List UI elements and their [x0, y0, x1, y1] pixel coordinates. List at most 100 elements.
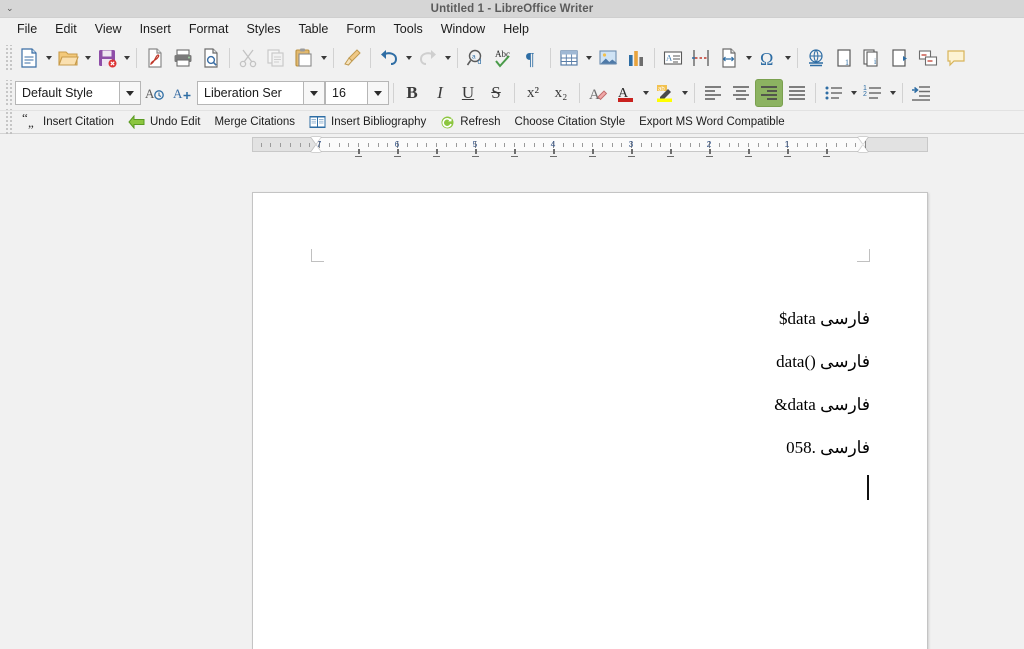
insert-field-button[interactable]	[715, 44, 743, 72]
align-right-button[interactable]	[755, 79, 783, 107]
menu-window[interactable]: Window	[432, 19, 494, 39]
indent-marker-right[interactable]	[858, 137, 868, 144]
print-button[interactable]	[169, 44, 197, 72]
toolbar-grip[interactable]	[4, 80, 12, 106]
menu-form[interactable]: Form	[337, 19, 384, 39]
insert-chart-button[interactable]	[622, 44, 650, 72]
tab-stop[interactable]	[628, 149, 635, 157]
toolbar-grip[interactable]	[4, 109, 12, 135]
insert-field-dropdown[interactable]	[743, 45, 754, 71]
menu-insert[interactable]: Insert	[131, 19, 180, 39]
open-document-dropdown[interactable]	[82, 45, 93, 71]
increase-indent-button[interactable]	[907, 79, 935, 107]
insert-endnote-button[interactable]: i	[858, 44, 886, 72]
insert-special-character-button[interactable]: Ω	[754, 44, 782, 72]
tab-stop[interactable]	[823, 149, 830, 157]
font-name-value[interactable]: Liberation Ser	[197, 81, 303, 105]
save-document-button[interactable]	[93, 44, 121, 72]
undo-edit-button[interactable]: Undo Edit	[121, 112, 208, 132]
menu-edit[interactable]: Edit	[46, 19, 86, 39]
update-selected-style-button[interactable]: A	[141, 79, 169, 107]
align-center-button[interactable]	[727, 79, 755, 107]
insert-footnote-button[interactable]: 1	[830, 44, 858, 72]
underline-button[interactable]: U	[454, 79, 482, 107]
redo-button[interactable]	[414, 44, 442, 72]
highlighting-color-button[interactable]: ab	[651, 79, 679, 107]
unordered-list-button[interactable]	[820, 79, 848, 107]
font-name-dropdown[interactable]	[303, 81, 325, 105]
strikethrough-button[interactable]: S	[482, 79, 510, 107]
insert-citation-button[interactable]: “ „ Insert Citation	[15, 112, 121, 132]
undo-button[interactable]	[375, 44, 403, 72]
insert-special-character-dropdown[interactable]	[782, 45, 793, 71]
font-name-combo[interactable]: Liberation Ser	[197, 81, 325, 105]
refresh-button[interactable]: Refresh	[433, 112, 507, 132]
highlighting-color-dropdown[interactable]	[679, 80, 690, 106]
bold-button[interactable]: B	[398, 79, 426, 107]
export-as-pdf-button[interactable]	[141, 44, 169, 72]
spelling-button[interactable]: Abc	[490, 44, 518, 72]
menu-tools[interactable]: Tools	[385, 19, 432, 39]
tab-stop[interactable]	[589, 149, 596, 157]
document-text-body[interactable]: فارسی data$ فارسی ()data فارسی data& فار…	[311, 297, 870, 512]
menu-table[interactable]: Table	[289, 19, 337, 39]
menu-file[interactable]: File	[8, 19, 46, 39]
insert-hyperlink-button[interactable]	[802, 44, 830, 72]
insert-table-button[interactable]	[555, 44, 583, 72]
ordered-list-dropdown[interactable]	[887, 80, 898, 106]
save-document-dropdown[interactable]	[121, 45, 132, 71]
horizontal-ruler[interactable]: 7654321	[0, 134, 1024, 157]
insert-cross-reference-button[interactable]	[914, 44, 942, 72]
new-document-button[interactable]	[15, 44, 43, 72]
subscript-button[interactable]: x₂	[547, 79, 575, 107]
cut-button[interactable]	[234, 44, 262, 72]
undo-dropdown[interactable]	[403, 45, 414, 71]
tab-stop[interactable]	[706, 149, 713, 157]
document-line[interactable]: فارسی .058	[311, 426, 870, 469]
choose-citation-style-button[interactable]: Choose Citation Style	[508, 112, 633, 132]
menu-help[interactable]: Help	[494, 19, 538, 39]
find-and-replace-button[interactable]: a d	[462, 44, 490, 72]
font-color-button[interactable]: A	[612, 79, 640, 107]
unordered-list-dropdown[interactable]	[848, 80, 859, 106]
document-page[interactable]: فارسی data$ فارسی ()data فارسی data& فار…	[252, 192, 928, 649]
tab-stop[interactable]	[394, 149, 401, 157]
insert-comment-button[interactable]	[942, 44, 970, 72]
insert-bibliography-button[interactable]: Insert Bibliography	[302, 112, 433, 132]
paragraph-style-dropdown[interactable]	[119, 81, 141, 105]
tab-stop[interactable]	[511, 149, 518, 157]
merge-citations-button[interactable]: Merge Citations	[207, 112, 302, 132]
new-document-dropdown[interactable]	[43, 45, 54, 71]
paragraph-style-value[interactable]: Default Style	[15, 81, 119, 105]
menu-format[interactable]: Format	[180, 19, 238, 39]
document-canvas[interactable]: فارسی data$ فارسی ()data فارسی data& فار…	[0, 174, 1024, 649]
clone-formatting-button[interactable]	[338, 44, 366, 72]
ordered-list-button[interactable]: 1 2	[859, 79, 887, 107]
formatting-marks-button[interactable]: ¶	[518, 44, 546, 72]
document-line-empty[interactable]	[311, 469, 870, 512]
tab-stop[interactable]	[667, 149, 674, 157]
document-line[interactable]: فارسی ()data	[311, 340, 870, 383]
insert-page-break-button[interactable]	[687, 44, 715, 72]
font-size-dropdown[interactable]	[367, 81, 389, 105]
open-document-button[interactable]	[54, 44, 82, 72]
indent-marker-left[interactable]	[311, 137, 321, 144]
toolbar-grip[interactable]	[4, 45, 12, 71]
window-menu-caret-icon[interactable]: ⌄	[6, 2, 14, 14]
tab-stop[interactable]	[550, 149, 557, 157]
paragraph-style-combo[interactable]: Default Style	[15, 81, 141, 105]
tab-stop[interactable]	[433, 149, 440, 157]
insert-table-dropdown[interactable]	[583, 45, 594, 71]
font-size-combo[interactable]: 16	[325, 81, 389, 105]
align-left-button[interactable]	[699, 79, 727, 107]
indent-marker-left-bottom[interactable]	[311, 145, 321, 152]
redo-dropdown[interactable]	[442, 45, 453, 71]
italic-button[interactable]: I	[426, 79, 454, 107]
clear-formatting-button[interactable]: A	[584, 79, 612, 107]
tab-stop[interactable]	[745, 149, 752, 157]
paste-button[interactable]	[290, 44, 318, 72]
superscript-button[interactable]: x²	[519, 79, 547, 107]
menu-styles[interactable]: Styles	[237, 19, 289, 39]
tab-stop[interactable]	[355, 149, 362, 157]
insert-image-button[interactable]	[594, 44, 622, 72]
